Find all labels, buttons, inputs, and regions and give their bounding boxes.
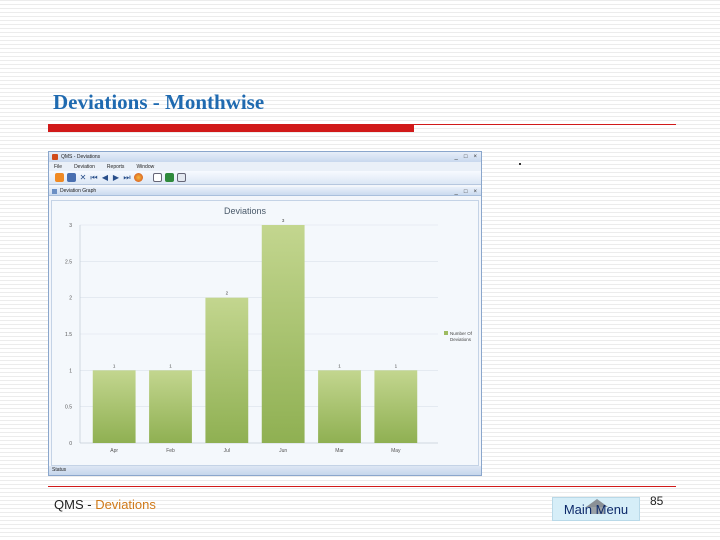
footer-rule [48, 486, 676, 487]
inner-window-title: Deviation Graph [60, 188, 97, 194]
previous-record-icon[interactable]: ◀ [101, 173, 109, 182]
menu-reports[interactable]: Reports [107, 164, 125, 170]
firefox-icon[interactable] [134, 173, 143, 182]
last-record-icon[interactable]: ⏭ [123, 173, 131, 182]
x-tick-label: May [391, 448, 401, 454]
app-window-screenshot: QMS - Deviations _ □ × File Deviation Re… [48, 151, 482, 476]
y-tick-label: 3 [69, 223, 72, 229]
inner-minimize-icon[interactable]: _ [455, 188, 458, 196]
inner-window-titlebar: Deviation Graph _ □ × [49, 187, 481, 196]
legend-label: Deviations [450, 337, 472, 342]
y-tick-label: 0 [69, 441, 72, 447]
first-record-icon[interactable]: ⏮ [90, 173, 98, 182]
maximize-icon[interactable]: □ [464, 153, 468, 161]
chart-bar [149, 370, 192, 443]
decorative-dot [519, 163, 521, 165]
main-menu-label: Main Menu [563, 502, 629, 517]
legend-swatch [444, 331, 448, 335]
app-titlebar: QMS - Deviations _ □ × [49, 152, 481, 162]
y-tick-label: 1.5 [65, 332, 72, 338]
edit-icon[interactable] [67, 173, 76, 182]
menu-deviation[interactable]: Deviation [74, 164, 95, 170]
x-tick-label: Jun [279, 448, 287, 454]
chart-bar [92, 370, 136, 443]
footer-separator: - [83, 497, 96, 512]
bar-data-label: 1 [395, 363, 398, 368]
delete-icon[interactable]: ✕ [79, 173, 87, 182]
app-menubar: File Deviation Reports Window [49, 162, 481, 171]
minimize-icon[interactable]: _ [455, 153, 458, 161]
footer-label: QMS - Deviations [54, 497, 156, 512]
footer-qms: QMS [54, 497, 84, 512]
x-tick-label: Apr [110, 448, 118, 454]
menu-window[interactable]: Window [136, 164, 154, 170]
copy-icon[interactable] [153, 173, 162, 182]
page-number: 85 [650, 494, 664, 508]
chart-bar [261, 225, 305, 443]
chart-panel: Deviations 0 0.5 1 1.5 2 2.5 3 1 Apr 1 Feb 2 Jul 3 Jun… [51, 200, 479, 466]
app-statusbar: Status [49, 466, 481, 475]
x-tick-label: Jul [224, 448, 230, 454]
inner-window-controls: _ □ × [455, 188, 477, 196]
y-tick-label: 2 [69, 296, 72, 302]
y-tick-label: 0.5 [65, 405, 72, 411]
bar-data-label: 1 [169, 363, 172, 368]
window-icon[interactable] [177, 173, 186, 182]
y-tick-label: 2.5 [65, 259, 72, 265]
main-menu-button[interactable]: Main Menu [552, 497, 640, 521]
footer-deviations: Deviations [95, 497, 156, 512]
title-underline-thick [48, 124, 414, 132]
bar-data-label: 2 [226, 291, 229, 296]
next-record-icon[interactable]: ▶ [112, 173, 120, 182]
legend-label: Number Of [450, 331, 473, 336]
bar-data-label: 1 [338, 363, 341, 368]
x-tick-label: Mar [335, 448, 344, 454]
excel-icon[interactable] [165, 173, 174, 182]
bar-data-label: 3 [282, 218, 285, 223]
title-underline-thin [414, 124, 676, 125]
inner-maximize-icon[interactable]: □ [464, 188, 468, 196]
bar-data-label: 1 [113, 363, 116, 368]
graph-window-icon [52, 188, 57, 194]
close-icon[interactable]: × [473, 153, 477, 161]
app-logo-icon [52, 154, 58, 160]
add-icon[interactable] [55, 173, 64, 182]
app-toolbar: ✕ ⏮ ◀ ▶ ⏭ [49, 171, 481, 185]
chart-title: Deviations [224, 206, 267, 216]
chart-bar [205, 297, 249, 443]
chart-bar [318, 370, 361, 443]
menu-file[interactable]: File [54, 164, 62, 170]
x-tick-label: Feb [166, 448, 175, 454]
inner-close-icon[interactable]: × [473, 188, 477, 196]
slide-title: Deviations - Monthwise [53, 90, 265, 114]
deviations-bar-chart: Deviations 0 0.5 1 1.5 2 2.5 3 1 Apr 1 Feb 2 Jul 3 Jun… [65, 206, 473, 454]
app-window-controls: _ □ × [455, 153, 477, 161]
y-tick-label: 1 [69, 368, 72, 374]
chart-bar [374, 370, 418, 443]
app-window-title: QMS - Deviations [61, 154, 101, 160]
